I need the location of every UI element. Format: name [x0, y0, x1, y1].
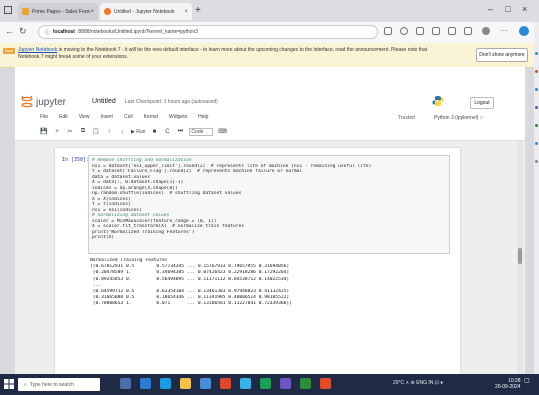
cell-output: Normalized Training Features [[0.67812931… [90, 258, 450, 308]
address-bar[interactable]: ⓘ localhost :8888/notebooks/Untitled.ipy… [38, 25, 378, 39]
kernel-indicator[interactable]: Python 3 (ipykernel) ○ [434, 115, 483, 121]
sidebar-add-icon[interactable] [535, 160, 538, 163]
edge-taskbar-icon[interactable] [160, 378, 171, 389]
menu-edit[interactable]: Edit [59, 114, 68, 123]
notification-badge: New [3, 48, 15, 54]
menu-widgets[interactable]: Widgets [169, 114, 187, 123]
site-favicon-icon [22, 8, 29, 15]
jupyter-brand[interactable]: jupyter [36, 97, 66, 108]
more-menu-icon[interactable]: ··· [500, 26, 508, 35]
notification-center-icon[interactable]: ▢ [524, 377, 536, 391]
store-icon[interactable] [200, 378, 211, 389]
copilot-icon[interactable] [519, 26, 529, 36]
app-icon-powerpoint[interactable] [320, 378, 331, 389]
sidebar-search-icon[interactable] [535, 52, 538, 55]
insert-cell-icon[interactable]: + [53, 128, 61, 136]
jupyter-favicon-icon [104, 8, 111, 15]
notification-message: is moving to the Notebook 7 - it will be… [18, 47, 428, 60]
address-host: localhost [53, 29, 75, 35]
menu-cell[interactable]: Cell [124, 114, 133, 123]
split-screen-icon[interactable] [416, 27, 424, 35]
run-button[interactable]: ▶ Run [131, 129, 145, 135]
move-down-icon[interactable]: ↓ [118, 128, 126, 136]
search-placeholder: Type here to search [29, 381, 75, 388]
save-icon[interactable]: 💾 [40, 128, 48, 136]
search-icon: ⌕ [24, 381, 27, 388]
interrupt-icon[interactable]: ■ [150, 128, 158, 136]
extensions-icon[interactable] [464, 27, 472, 35]
browser-tab-1[interactable]: Prime Pages - Sales Forecaster v × [18, 3, 98, 20]
refresh-icon[interactable]: ↻ [19, 26, 27, 37]
app-icon-purple[interactable] [280, 378, 291, 389]
sidebar-tools-icon[interactable] [535, 88, 538, 91]
checkpoint-status: Last Checkpoint: 3 hours ago (autosaved) [125, 99, 218, 105]
menu-help[interactable]: Help [198, 114, 208, 123]
weather-widget-icon[interactable] [120, 378, 131, 389]
tab-close-icon[interactable]: × [184, 9, 188, 15]
favorites-star-icon[interactable] [400, 27, 408, 35]
menu-kernel[interactable]: Kernel [144, 114, 158, 123]
paste-icon[interactable]: 📋 [92, 128, 100, 136]
taskbar-search[interactable]: ⌕ Type here to search [18, 378, 100, 391]
tab-title: Prime Pages - Sales Forecaster v [32, 8, 91, 15]
notification-link[interactable]: Jupyter Notebook [18, 47, 57, 53]
restart-icon[interactable]: C [163, 128, 171, 136]
output-line: [0.78808653 1. 0.071 ... 0.13186581 0.11… [90, 301, 292, 307]
trusted-indicator[interactable]: Trusted [398, 115, 415, 121]
app-icon-green[interactable] [260, 378, 271, 389]
office-icon[interactable] [220, 378, 231, 389]
file-explorer-icon[interactable] [180, 378, 191, 389]
mail-icon[interactable] [240, 378, 251, 389]
dismiss-notification-button[interactable]: Don't show anymore [476, 48, 528, 62]
address-path: :8888/notebooks/Untitled.ipynb?kernel_na… [76, 29, 199, 35]
sidebar-games-icon[interactable] [535, 106, 538, 109]
read-aloud-icon[interactable] [384, 27, 392, 35]
info-icon: ⓘ [45, 29, 51, 36]
edge-sidebar [534, 22, 539, 374]
notebook-toolbar: 💾 + ✂ ⧉ 📋 ↑ ↓ ▶ Run ■ C ⏭ Code ⌨ [40, 126, 227, 137]
system-tray[interactable]: 29°C ∧ ⊕ ENG IN ⊡ ♦ [393, 380, 443, 386]
sidebar-shopping-icon[interactable] [535, 70, 538, 73]
code-line: print(X) [92, 235, 115, 240]
cell-prompt: In [350]: [62, 157, 90, 163]
copy-icon[interactable]: ⧉ [79, 128, 87, 136]
taskbar-clock[interactable]: 10:28 20-09-2024 [495, 378, 521, 390]
minimize-button[interactable]: – [488, 4, 493, 14]
jupyter-logo-icon [21, 95, 33, 108]
restart-run-all-icon[interactable]: ⏭ [176, 128, 184, 136]
notebook-menu-bar: File Edit View Insert Cell Kernel Widget… [40, 114, 208, 123]
task-view-icon[interactable] [140, 378, 151, 389]
new-tab-button[interactable]: + [195, 5, 201, 16]
back-icon[interactable]: ← [5, 26, 14, 36]
sidebar-office-icon[interactable] [535, 124, 538, 127]
favorites-icon[interactable] [432, 27, 440, 35]
close-window-button[interactable]: × [522, 4, 527, 14]
windows-start-icon[interactable] [4, 379, 14, 389]
logout-button[interactable]: Logout [470, 97, 494, 109]
sidebar-outlook-icon[interactable] [535, 142, 538, 145]
maximize-button[interactable]: □ [505, 4, 510, 14]
profile-avatar[interactable] [482, 27, 490, 35]
python-logo-icon [432, 96, 444, 106]
cell-type-select[interactable]: Code [189, 127, 214, 136]
notebook-title[interactable]: Untitled [92, 98, 116, 105]
browser-tab-2[interactable]: Untitled - Jupyter Notebook × [100, 3, 192, 20]
code-editor[interactable]: # Remove shuffling and normalization ns1 … [88, 155, 450, 254]
tab-actions-icon[interactable] [4, 6, 12, 14]
scrollbar-thumb[interactable] [518, 248, 522, 264]
notification-text: Jupyter Notebook is moving to the Notebo… [18, 47, 448, 61]
tab-close-icon[interactable]: × [90, 9, 94, 15]
menu-file[interactable]: File [40, 114, 48, 123]
command-palette-icon[interactable]: ⌨ [218, 128, 227, 136]
collections-icon[interactable] [448, 27, 456, 35]
app-icon-excel[interactable] [300, 378, 311, 389]
cut-icon[interactable]: ✂ [66, 128, 74, 136]
move-up-icon[interactable]: ↑ [105, 128, 113, 136]
menu-insert[interactable]: Insert [100, 114, 113, 123]
tab-title: Untitled - Jupyter Notebook [114, 8, 175, 15]
clock-date: 20-09-2024 [495, 384, 521, 390]
menu-view[interactable]: View [79, 114, 90, 123]
